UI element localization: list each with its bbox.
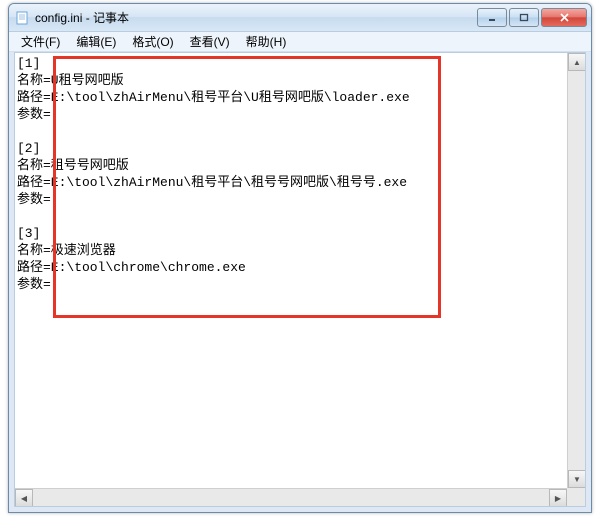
window-title: config.ini - 记事本: [35, 9, 477, 26]
menu-help[interactable]: 帮助(H): [238, 31, 295, 52]
client-area: [1] 名称=U租号网吧版 路径=E:\tool\zhAirMenu\租号平台\…: [14, 52, 586, 507]
scroll-right-button[interactable]: ▶: [549, 489, 567, 507]
chevron-down-icon: ▼: [573, 475, 581, 484]
menu-edit[interactable]: 编辑(E): [68, 31, 124, 52]
hscroll-track[interactable]: [33, 489, 549, 506]
app-icon: [15, 10, 31, 26]
scroll-down-button[interactable]: ▼: [568, 470, 586, 488]
menu-format[interactable]: 格式(O): [124, 31, 181, 52]
horizontal-scrollbar[interactable]: ◀ ▶: [15, 488, 567, 506]
vertical-scrollbar[interactable]: ▲ ▼: [567, 53, 585, 488]
menu-view[interactable]: 查看(V): [182, 31, 238, 52]
maximize-button[interactable]: [509, 8, 539, 27]
menu-file[interactable]: 文件(F): [13, 31, 68, 52]
chevron-right-icon: ▶: [555, 494, 561, 503]
notepad-window: config.ini - 记事本 文件(F) 编辑(E) 格式(O) 查看(V)…: [8, 3, 592, 513]
chevron-up-icon: ▲: [573, 58, 581, 67]
text-editor[interactable]: [1] 名称=U租号网吧版 路径=E:\tool\zhAirMenu\租号平台\…: [15, 53, 567, 488]
window-controls: [477, 8, 587, 27]
scrollbar-corner: [567, 488, 585, 506]
menubar: 文件(F) 编辑(E) 格式(O) 查看(V) 帮助(H): [9, 32, 591, 52]
vscroll-track[interactable]: [568, 71, 585, 470]
minimize-button[interactable]: [477, 8, 507, 27]
scroll-up-button[interactable]: ▲: [568, 53, 586, 71]
chevron-left-icon: ◀: [21, 494, 27, 503]
close-button[interactable]: [541, 8, 587, 27]
scroll-left-button[interactable]: ◀: [15, 489, 33, 507]
titlebar[interactable]: config.ini - 记事本: [9, 4, 591, 32]
